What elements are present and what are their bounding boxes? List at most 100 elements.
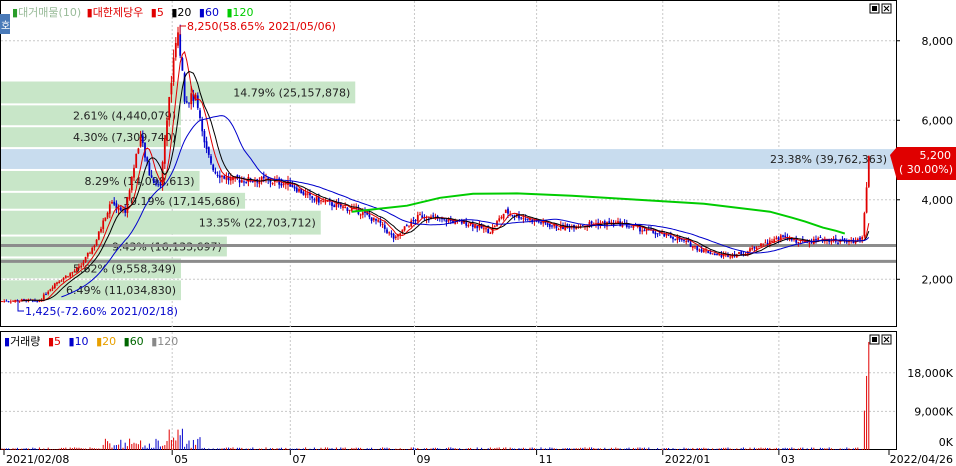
candle-body	[713, 253, 716, 256]
candle-body	[190, 93, 193, 105]
candle-body	[867, 155, 870, 187]
candle-body	[689, 242, 692, 247]
candle-body	[342, 206, 344, 208]
candle-body	[271, 183, 274, 185]
candle-body	[654, 232, 657, 235]
candle-body	[702, 249, 705, 252]
candle-body	[82, 262, 85, 266]
candle-body	[392, 233, 395, 239]
candle-body	[348, 209, 351, 211]
current-price-value: 5,200	[920, 149, 952, 162]
x-tick-label: 09	[416, 453, 430, 466]
stock-chart-svg: 14.79% (25,157,878) 2.61% (4,440,079) 4.30…	[0, 0, 956, 466]
candle-body	[344, 206, 347, 208]
candle-body	[390, 233, 393, 235]
candle-body	[106, 212, 109, 218]
candle-body	[700, 249, 703, 252]
candle-body	[71, 272, 74, 274]
candle-body	[716, 254, 718, 256]
candle-body	[537, 221, 540, 223]
candle-body	[410, 220, 413, 227]
candle-body	[313, 199, 316, 201]
candle-body	[95, 239, 98, 245]
low-annotation-label: 1,425(-72.60% 2021/02/18)	[25, 305, 178, 318]
candle-body	[322, 201, 325, 203]
candle-body	[487, 228, 490, 234]
candle-body	[146, 157, 149, 162]
candle-body	[203, 131, 206, 143]
price-tick-label: 8,000	[922, 35, 954, 48]
candle-body	[320, 200, 322, 202]
candle-body	[815, 239, 817, 241]
candle-body	[181, 58, 184, 71]
candle-body	[148, 162, 151, 176]
candle-body	[414, 220, 417, 222]
candle-body	[78, 266, 80, 268]
candle-body	[280, 183, 283, 186]
candle-body	[291, 185, 294, 187]
candle-body	[810, 242, 813, 244]
candle-body	[91, 247, 94, 254]
candle-body	[416, 214, 419, 222]
candle-body	[240, 180, 243, 183]
candle-body	[863, 213, 866, 237]
candle-body	[188, 102, 190, 104]
candle-body	[130, 176, 133, 191]
legend-ma20: 20	[177, 6, 191, 19]
candle-body	[368, 214, 371, 218]
candle-body	[64, 275, 67, 279]
volume-panel-close-button[interactable]	[881, 334, 892, 345]
candle-body	[69, 273, 72, 277]
candle-body	[243, 181, 245, 183]
candle-body	[113, 201, 116, 205]
candle-body	[155, 183, 157, 185]
candle-body	[333, 205, 336, 208]
candle-body	[771, 241, 773, 243]
candle-body	[199, 110, 201, 118]
candle-body	[498, 218, 501, 221]
candle-body	[696, 246, 699, 251]
candle-body	[166, 120, 168, 141]
legend-vol-ma20: 20	[102, 335, 116, 348]
candle-body	[540, 222, 542, 224]
candle-body	[172, 57, 175, 82]
candle-body	[581, 225, 584, 227]
candle-body	[1, 301, 3, 303]
candle-body	[663, 233, 666, 237]
candle-body	[751, 247, 754, 250]
price-panel-close-button[interactable]	[881, 3, 892, 14]
high-annotation-label: 8,250(58.65% 2021/05/06)	[187, 20, 336, 33]
candle-body	[738, 252, 740, 255]
volume-panel-restore-button[interactable]	[869, 334, 880, 345]
candle-body	[47, 291, 50, 294]
price-panel-restore-button[interactable]	[869, 3, 880, 14]
candle-body	[84, 256, 87, 262]
candle-body	[119, 207, 122, 211]
candle-body	[672, 237, 674, 240]
candle-body	[861, 237, 864, 240]
candle-body	[790, 238, 793, 241]
candle-body	[432, 215, 435, 217]
candle-body	[139, 137, 142, 147]
candle-body	[865, 187, 868, 213]
candle-body	[315, 196, 318, 202]
candle-body	[405, 225, 408, 227]
candle-body	[394, 236, 397, 238]
candle-body	[157, 184, 160, 186]
candle-body	[808, 242, 811, 244]
restore-icon-inner	[872, 6, 877, 11]
candle-body	[412, 220, 415, 222]
candle-body	[221, 175, 223, 178]
candle-body	[777, 237, 780, 241]
candle-body	[100, 228, 102, 232]
candle-body	[755, 247, 758, 249]
candle-body	[557, 229, 560, 231]
volume-profile-label: 6.49% (11,034,830)	[66, 284, 176, 297]
volume-tick-label: 9,000K	[914, 405, 953, 418]
candle-body	[111, 202, 113, 204]
candle-body	[62, 277, 65, 281]
candle-body	[779, 235, 782, 240]
candle-body	[56, 282, 58, 284]
candle-body	[381, 223, 384, 225]
candle-body	[639, 226, 641, 232]
